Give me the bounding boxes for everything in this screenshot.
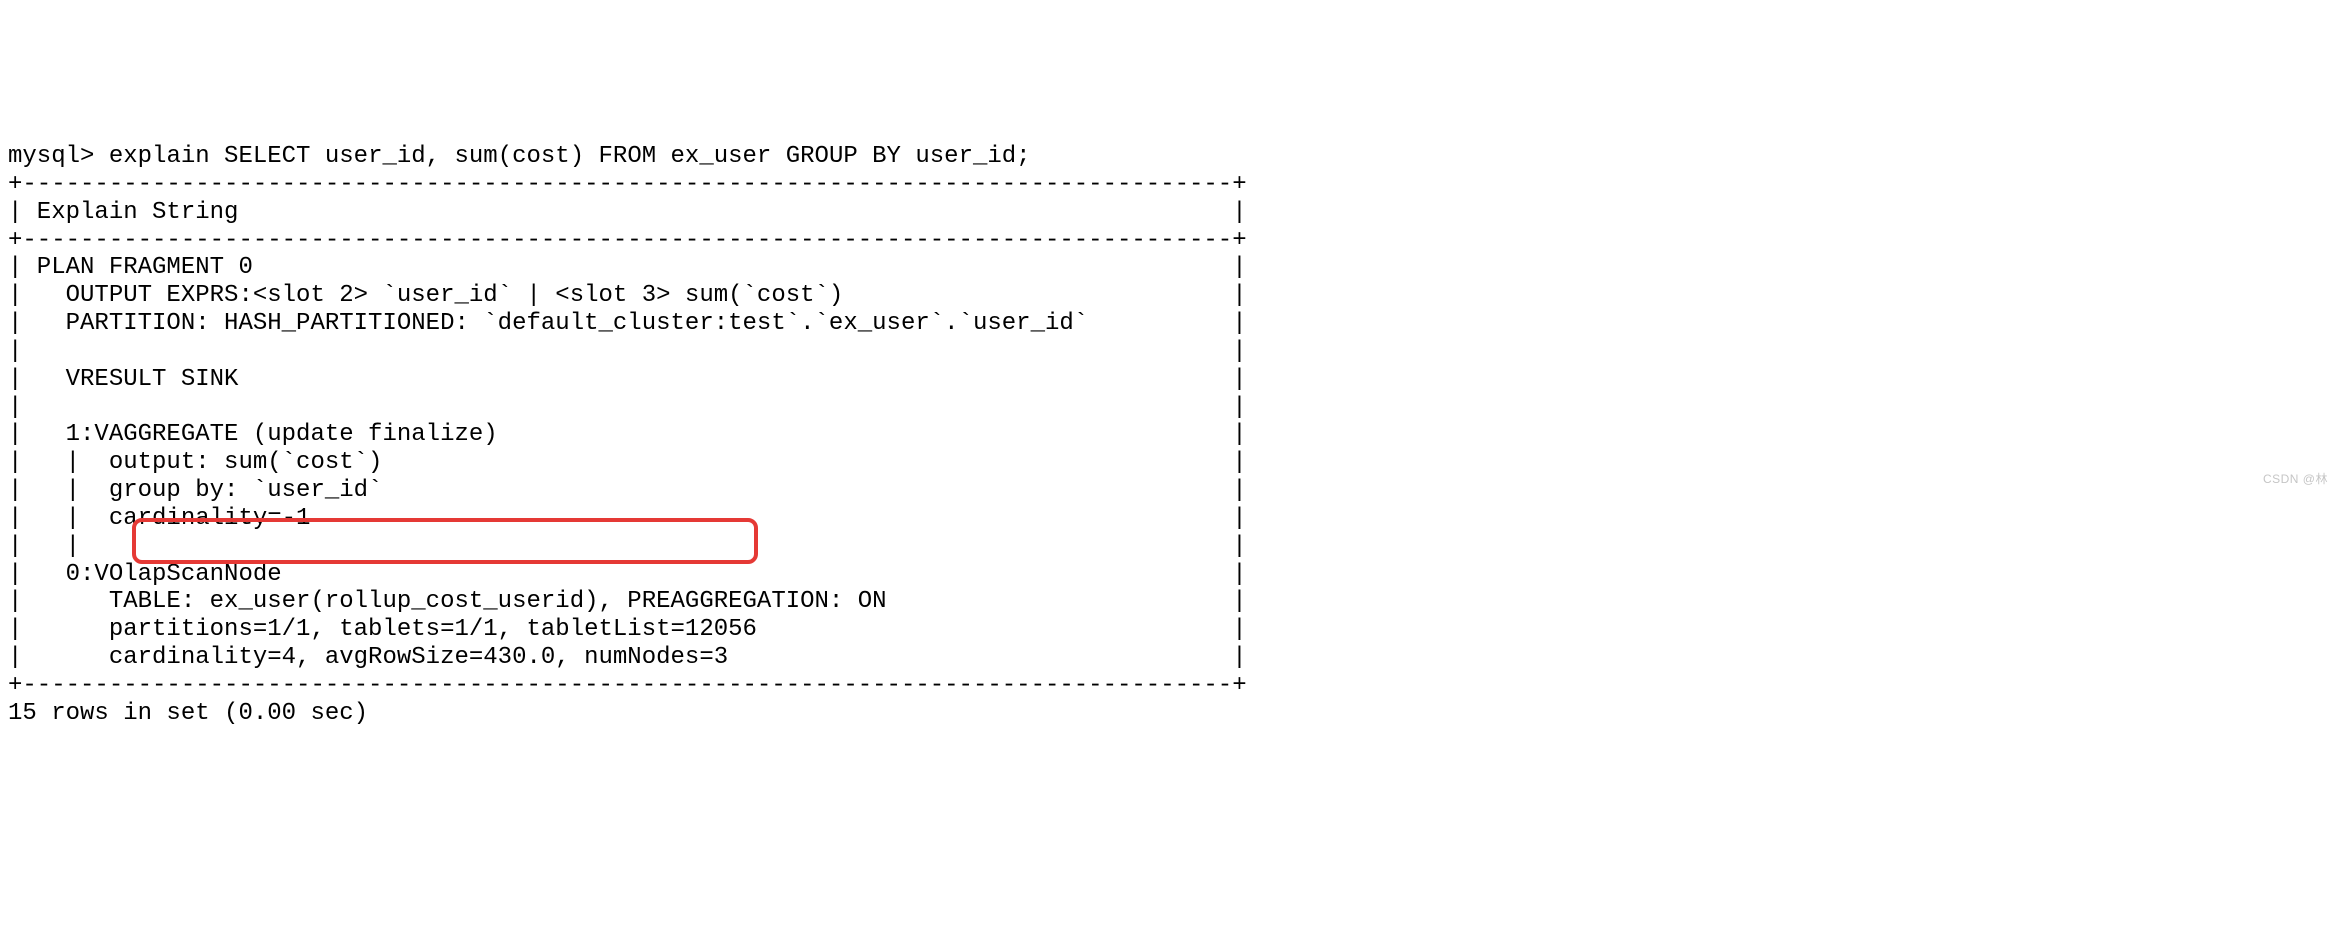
plan-row: | PLAN FRAGMENT 0 | [8, 254, 1247, 281]
plan-row: | 1:VAGGREGATE (update finalize) | [8, 421, 1247, 448]
plan-row: | OUTPUT EXPRS:<slot 2> `user_id` | <slo… [8, 282, 1247, 309]
plan-row: | | [8, 394, 1247, 421]
plan-row: | cardinality=4, avgRowSize=430.0, numNo… [8, 644, 1247, 671]
watermark: CSDN @林 [2263, 473, 2328, 487]
sql-command: explain SELECT user_id, sum(cost) FROM e… [109, 143, 1031, 170]
prompt: mysql> [8, 143, 109, 170]
mysql-terminal: mysql> explain SELECT user_id, sum(cost)… [8, 115, 2342, 783]
table-border-top: +---------------------------------------… [8, 171, 1247, 198]
plan-row: | | output: sum(`cost`) | [8, 449, 1247, 476]
plan-row: | | group by: `user_id` | [8, 477, 1247, 504]
plan-row: | | cardinality=-1 | [8, 505, 1247, 532]
plan-row: | | [8, 338, 1247, 365]
plan-row: | partitions=1/1, tablets=1/1, tabletLis… [8, 616, 1247, 643]
table-header: | Explain String | [8, 199, 1247, 226]
plan-row: | TABLE: ex_user(rollup_cost_userid), PR… [8, 588, 1247, 615]
plan-row: | PARTITION: HASH_PARTITIONED: `default_… [8, 310, 1247, 337]
plan-row: | | | [8, 533, 1247, 560]
plan-row: | 0:VOlapScanNode | [8, 561, 1247, 588]
table-border-mid: +---------------------------------------… [8, 227, 1247, 254]
table-border-bottom: +---------------------------------------… [8, 672, 1247, 699]
result-footer: 15 rows in set (0.00 sec) [8, 700, 368, 727]
plan-row: | VRESULT SINK | [8, 366, 1247, 393]
